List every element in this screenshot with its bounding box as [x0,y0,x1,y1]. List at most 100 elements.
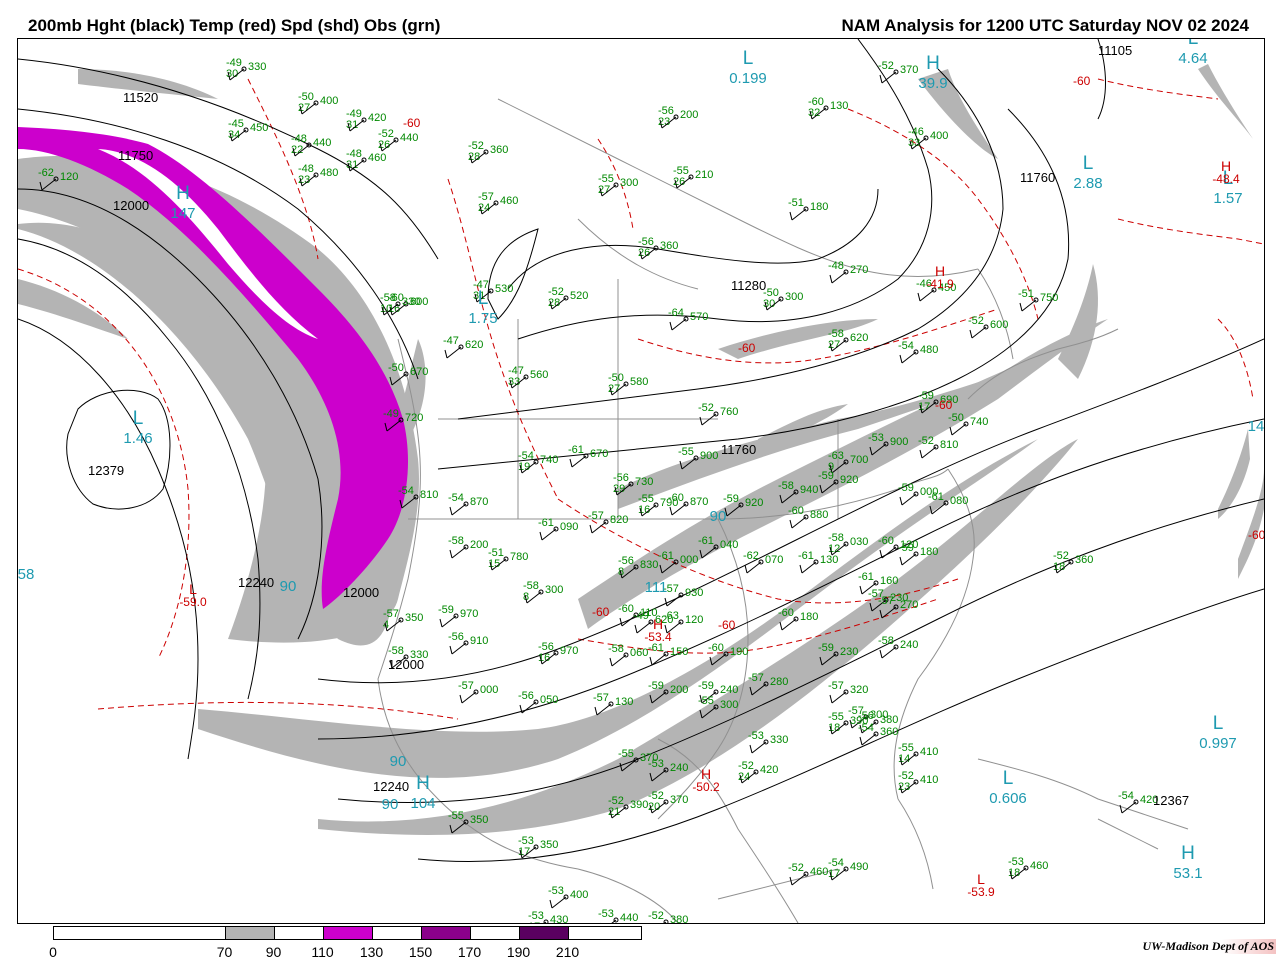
station-obs: -61 130 [798,550,838,574]
height-label: 12240 [373,779,409,794]
height-label: 12000 [343,585,379,600]
pressure-center-letter: L [133,408,144,429]
obs-temp: -54 [448,492,464,504]
obs-height: 410 [920,746,938,758]
obs-temp: -61 [698,535,714,547]
obs-height: 130 [820,554,838,566]
temp-center-value: -53.9 [967,885,995,899]
colorbar-tick-label: 70 [216,944,233,960]
obs-wind-barb [831,271,847,284]
station-obs: -5030300 [763,287,803,311]
obs-height: 880 [810,509,828,521]
obs-height: 440 [313,137,331,149]
obs-height: 390 [630,799,648,811]
colorbar-segment [322,926,373,940]
height-label: 11105 [1098,43,1132,58]
obs-height: 360 [1075,554,1093,566]
obs-height: 580 [630,376,648,388]
temp-center-value: -59.0 [179,595,207,609]
temp-center-value: -50.2 [692,780,720,794]
station-obs: -60 880 [788,505,828,529]
obs-temp: -62 [743,550,759,562]
obs-temp: -61 [798,550,814,562]
obs-temp: -55 [618,748,634,760]
obs-temp: -56 [448,631,464,643]
station-obs: -60 180 [778,607,818,631]
obs-height: 000 [480,684,498,696]
obs-temp: -57 [878,595,894,607]
obs-height: 720 [405,412,423,424]
station-obs: -62 070 [743,550,783,574]
pressure-center-value: 1.75 [468,310,497,327]
obs-temp: -59 [818,642,834,654]
chart-title: 200mb Hght (black) Temp (red) Spd (shd) … [28,16,441,35]
obs-wind-barb-flag [609,657,613,667]
obs-wind-barb [971,326,987,339]
obs-wind-barb [751,741,767,754]
pressure-center-letter: L [1003,768,1014,789]
station-obs: -5419740 [518,450,558,474]
obs-height: 380 [880,714,898,726]
obs-temp: -54 [858,722,874,734]
obs-wind-barb-flag [899,556,903,566]
station-obs: -5514410 [898,742,938,766]
station-obs: -5228520 [548,286,588,310]
obs-temp: -61 [568,444,584,456]
pressure-center-value: 1.57 [1213,190,1242,207]
pressure-center-value: 39.9 [918,75,947,92]
station-obs: -5317350 [518,835,558,859]
obs-temp: -60 [878,535,894,547]
speed-shade-70-90 [1058,264,1098,379]
obs-temp: -51 [1018,288,1034,300]
station-obs: -57 000 [458,680,498,704]
obs-wind-barb-flag [594,706,598,716]
station-obs: -52 810 [918,435,958,459]
temp-label: -60 [738,341,756,355]
station-obs: -52 370 [878,60,918,84]
obs-wind-barb-flag [799,564,803,574]
obs-height: 240 [670,762,688,774]
height-contour [66,389,171,510]
obs-height: 130 [830,100,848,112]
obs-height: 160 [880,575,898,587]
station-obs: -60 870 [668,492,708,516]
obs-height: 060 [630,647,648,659]
colorbar-tick-label: 210 [555,944,580,960]
obs-wind-barb-flag [449,506,453,516]
pressure-center-letter: H [1181,843,1195,864]
obs-height: 700 [850,454,868,466]
pressure-center-value: 0.606 [989,790,1027,807]
obs-wind-barb-flag [699,416,703,426]
obs-wind-barb [571,455,587,468]
obs-height: 420 [760,764,778,776]
station-obs: -56 050 [518,690,558,714]
obs-height: 740 [540,454,558,466]
obs-temp: -55 [448,810,464,822]
station-obs: -4823480 [298,163,338,187]
obs-wind-barb [791,516,807,529]
obs-temp: -53 [748,730,764,742]
pressure-center-letter: H [176,183,190,204]
obs-height: 970 [460,608,478,620]
station-obs: -53 330 [748,730,788,754]
obs-height: 570 [690,311,708,323]
obs-height: 270 [850,264,868,276]
obs-height: 200 [670,684,688,696]
obs-height: 420 [368,112,386,124]
colorbar-segment [224,926,275,940]
speed-label: 90 [710,508,727,525]
station-obs: -58 200 [448,535,488,559]
obs-height: 070 [765,554,783,566]
obs-wind-barb [831,691,847,704]
obs-height: 830 [640,559,658,571]
obs-height: 440 [400,132,418,144]
pressure-center-value: 1.46 [123,430,152,447]
obs-height: 750 [1040,292,1058,304]
obs-height: 300 [785,291,803,303]
station-obs: -57 820 [588,510,628,534]
station-obs: -5027580 [608,372,648,396]
obs-temp: -52 [968,315,984,327]
obs-wind-barb-flag [779,621,783,631]
obs-height: 360 [490,144,508,156]
obs-wind-barb-flag [859,736,863,746]
